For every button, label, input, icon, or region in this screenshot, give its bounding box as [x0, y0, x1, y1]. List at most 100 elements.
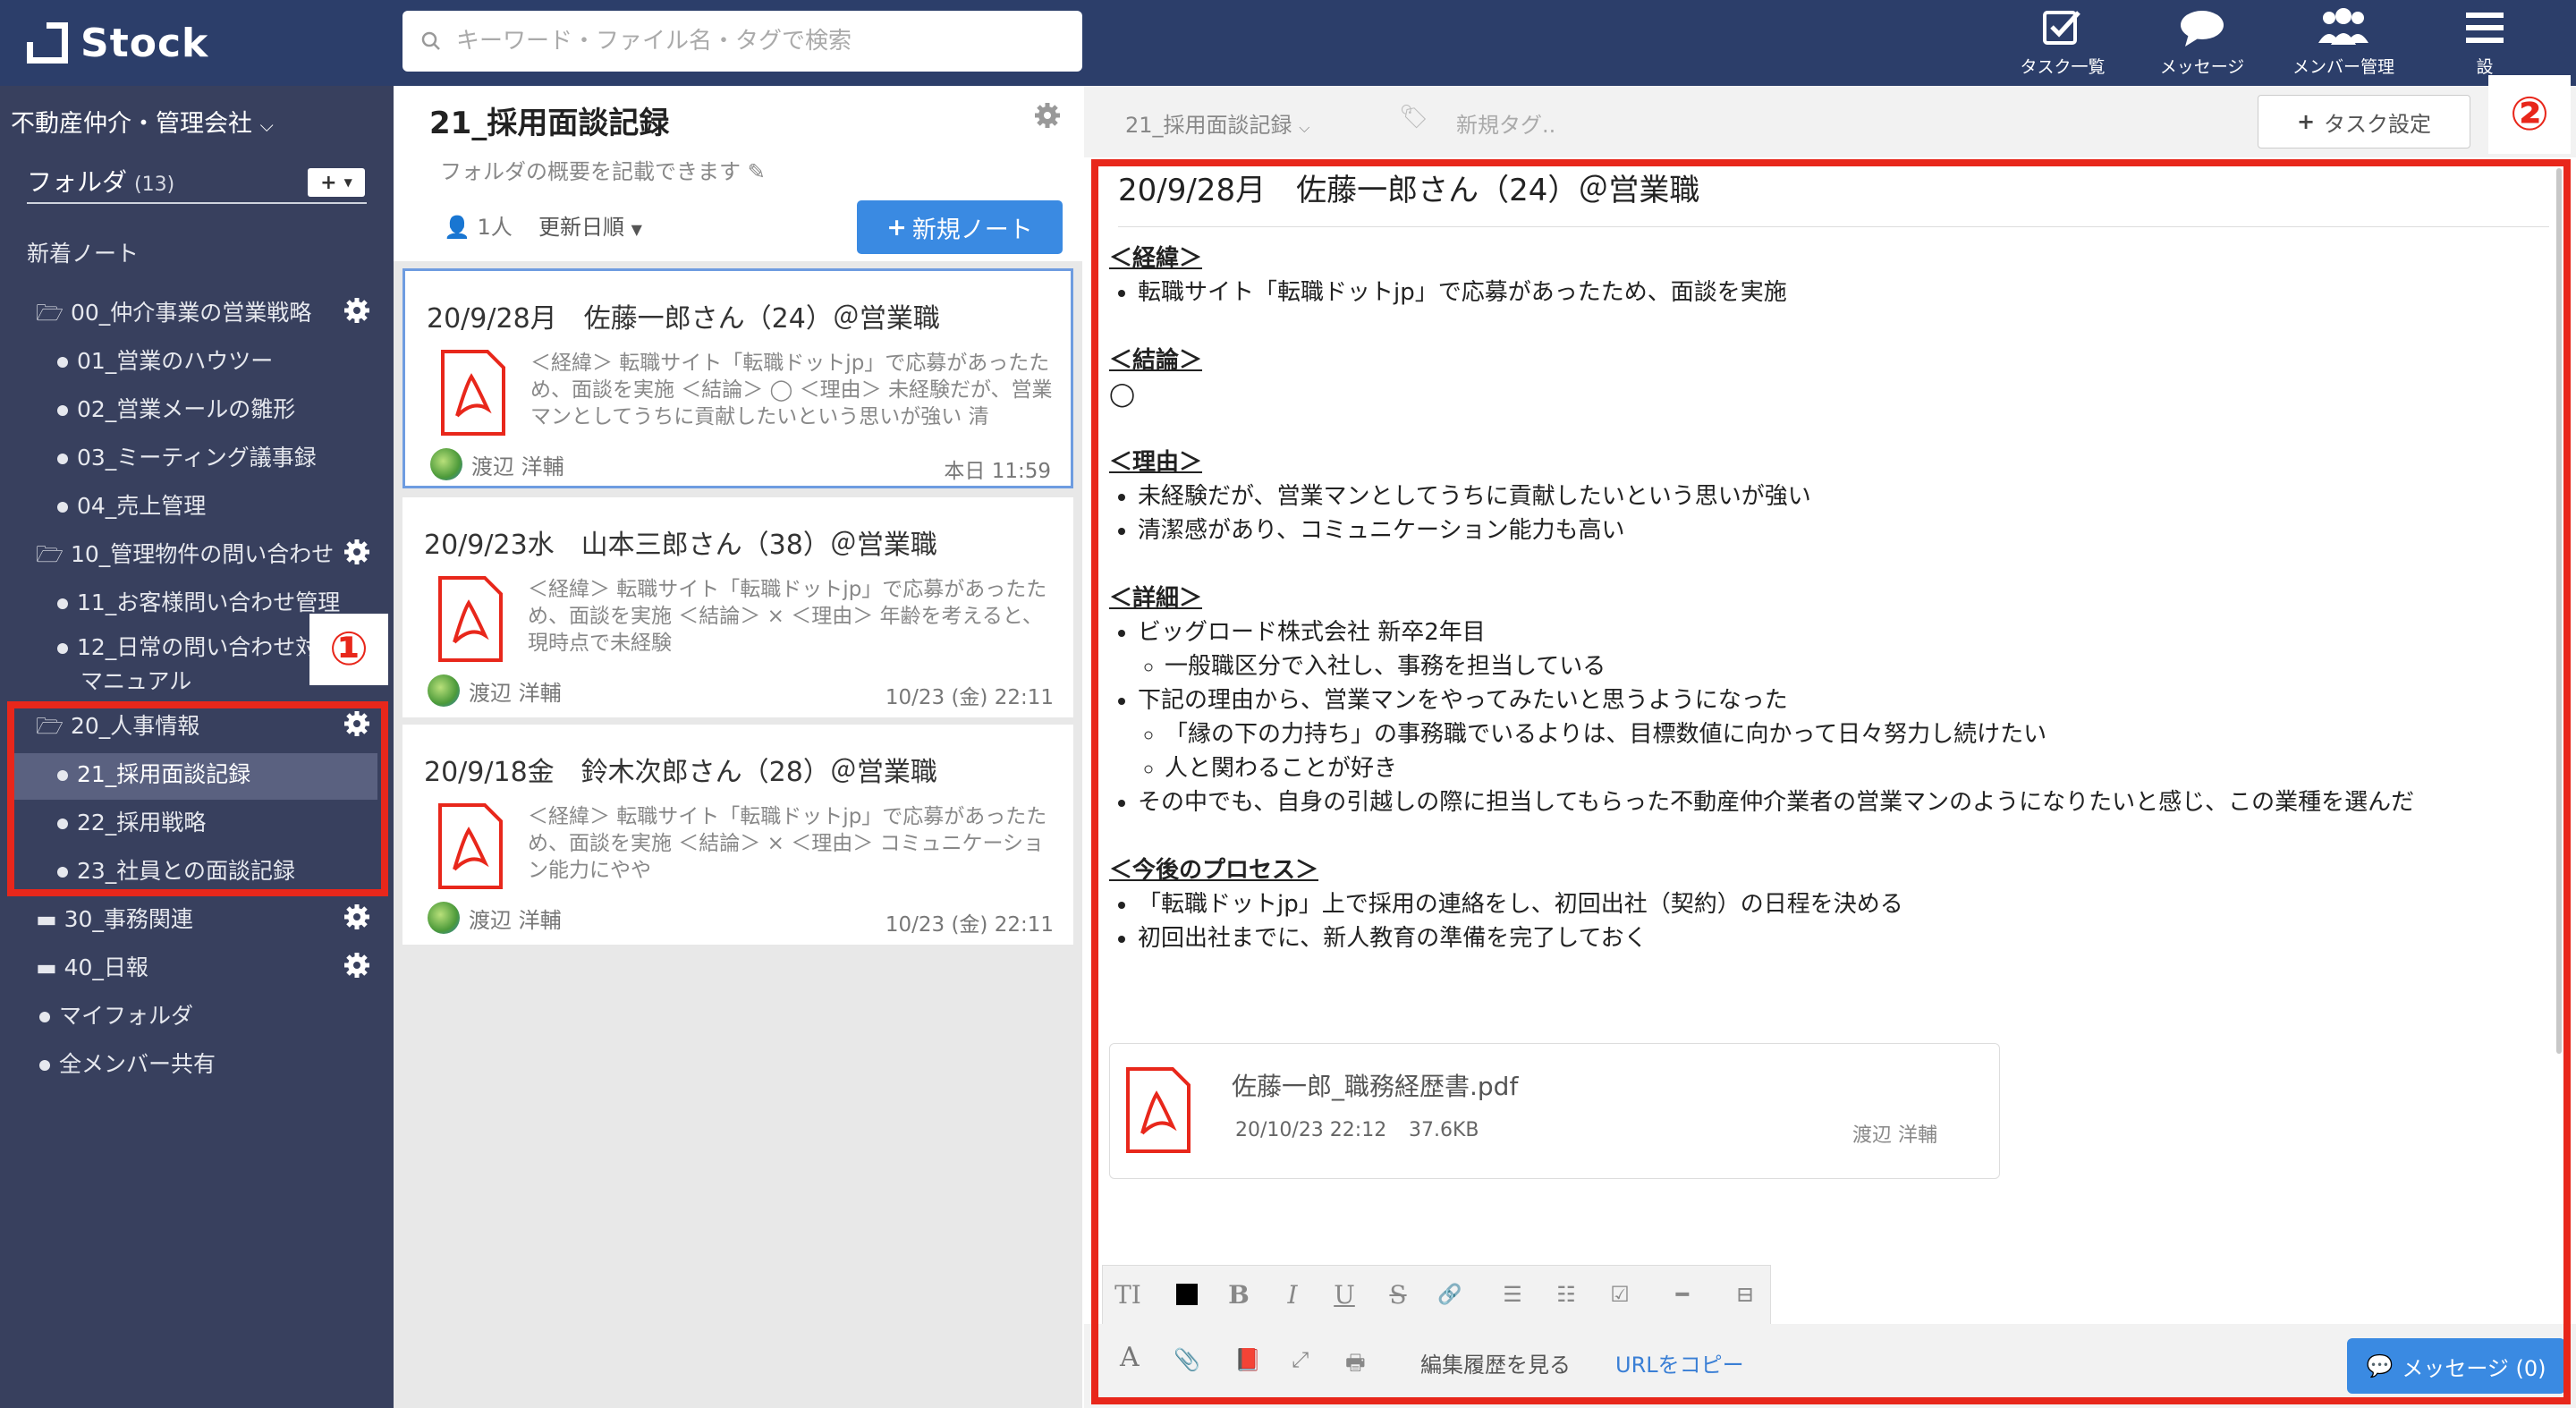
- print-icon[interactable]: 🖶: [1345, 1347, 1366, 1384]
- text-color-icon[interactable]: [1169, 1277, 1205, 1312]
- strikethrough-icon[interactable]: S: [1380, 1277, 1416, 1312]
- sidebar-item-label: 40_日報: [64, 954, 148, 980]
- sidebar-folder-10[interactable]: 🗁 10_管理物件の問い合わせ: [36, 537, 334, 576]
- sidebar-item-01[interactable]: 01_営業のハウツー: [57, 344, 273, 376]
- font-format-icon[interactable]: A: [1120, 1342, 1140, 1373]
- sidebar-item-12[interactable]: 12_日常の問い合わせ対応: [57, 630, 340, 662]
- sidebar-item-label: 22_採用戦略: [77, 810, 207, 835]
- sidebar-folder-40[interactable]: ▬ 40_日報: [36, 950, 148, 982]
- scrollbar[interactable]: [2556, 168, 2562, 1054]
- bullet: [57, 643, 68, 654]
- chevron-down-icon: ⌵: [1299, 119, 1310, 136]
- nav-messages-label: メッセージ: [2159, 57, 2245, 77]
- sidebar-item-03[interactable]: 03_ミーティング議事録: [57, 440, 317, 472]
- sidebar-item-label: 12_日常の問い合わせ対応: [77, 634, 341, 660]
- gear-icon[interactable]: [343, 952, 370, 979]
- note-time: 本日 11:59: [944, 460, 1051, 483]
- author-name: 渡辺 洋輔: [469, 680, 562, 706]
- collapse-icon[interactable]: ⊟: [1727, 1277, 1763, 1312]
- nav-members[interactable]: メンバー管理: [2286, 7, 2401, 82]
- note-card[interactable]: 20/9/28月 佐藤一郎さん（24）＠営業職 ＜経緯＞ 転職サイト「転職ドット…: [402, 268, 1073, 488]
- gear-icon[interactable]: [1034, 102, 1061, 129]
- bullet-list-icon[interactable]: ☰: [1495, 1277, 1530, 1312]
- nav-tasks[interactable]: タスク一覧: [2012, 7, 2113, 82]
- gear-icon[interactable]: [343, 710, 370, 737]
- new-note-label: 新規ノート: [911, 216, 1033, 244]
- breadcrumb[interactable]: 21_採用面談記録 ⌵: [1125, 107, 1309, 139]
- tag-input[interactable]: 新規タグ..: [1456, 107, 1555, 139]
- section-heading: ＜詳細＞: [1109, 585, 1203, 612]
- note-preview: ＜経緯＞ 転職サイト「転職ドットjp」で応募があったため、面談を実施 ＜結論＞ …: [528, 805, 1047, 882]
- italic-icon[interactable]: I: [1275, 1277, 1310, 1312]
- search-input[interactable]: [456, 28, 1064, 55]
- attachment-user: 渡辺 洋輔: [1852, 1124, 1937, 1147]
- message-button[interactable]: 💬 メッセージ (0): [2347, 1338, 2565, 1394]
- folder-description[interactable]: フォルダの概要を記載できます ✎: [440, 154, 766, 185]
- note-title: 20/9/23水 山本三郎さん（38）＠営業職: [424, 530, 937, 561]
- paperclip-icon[interactable]: 📎: [1174, 1347, 1200, 1372]
- plus-icon: +: [2296, 109, 2316, 134]
- attachment-card[interactable]: 佐藤一郎_職務経歴書.pdf 20/10/23 22:12 37.6KB 渡辺 …: [1109, 1043, 2000, 1179]
- sidebar-item-11[interactable]: 11_お客様問い合わせ管理: [57, 585, 340, 617]
- bullet: [57, 357, 68, 368]
- sidebar-folder-30[interactable]: ▬ 30_事務関連: [36, 902, 193, 934]
- sidebar-item-new-notes[interactable]: 新着ノート: [27, 236, 139, 268]
- add-folder-button[interactable]: + ▼: [308, 168, 365, 197]
- copy-url-link[interactable]: URLをコピー: [1615, 1347, 1744, 1378]
- sidebar-item-all-members[interactable]: 全メンバー共有: [39, 1047, 216, 1079]
- numbered-list-icon[interactable]: ☷: [1548, 1277, 1584, 1312]
- gear-icon[interactable]: [343, 297, 370, 324]
- checklist-icon[interactable]: ☑: [1602, 1277, 1638, 1312]
- gear-icon[interactable]: [343, 903, 370, 930]
- text-size-icon[interactable]: TI: [1110, 1277, 1146, 1312]
- note-title-field[interactable]: 20/9/28月 佐藤一郎さん（24）＠営業職: [1118, 168, 2549, 227]
- sidebar-folder-20[interactable]: 🗁 20_人事情報: [36, 708, 199, 748]
- folder-count: (13): [134, 174, 175, 196]
- company-selector[interactable]: 不動産仲介・管理会社 ⌵: [11, 104, 274, 139]
- nav-messages[interactable]: メッセージ: [2148, 7, 2256, 82]
- sidebar-item-22[interactable]: 22_採用戦略: [57, 805, 206, 837]
- breadcrumb-text: 21_採用面談記録: [1125, 113, 1292, 138]
- bullet: [57, 867, 68, 878]
- sidebar-item-my-folder[interactable]: マイフォルダ: [39, 998, 193, 1031]
- horizontal-rule-icon[interactable]: ━: [1665, 1277, 1700, 1312]
- member-count[interactable]: 👤 1人: [444, 209, 513, 241]
- new-note-button[interactable]: + 新規ノート: [857, 200, 1063, 254]
- sidebar-item-23[interactable]: 23_社員との面談記録: [57, 853, 295, 886]
- pdf-icon: [438, 803, 503, 889]
- note-author: 渡辺 洋輔: [428, 902, 562, 934]
- task-settings-button[interactable]: + タスク設定: [2258, 95, 2470, 148]
- sort-dropdown[interactable]: 更新日順 ▼: [538, 209, 642, 241]
- note-time: 10/23 (金) 22:11: [885, 686, 1054, 709]
- chat-bubble-icon: [2181, 11, 2224, 47]
- sidebar-folder-00[interactable]: 🗁 00_仲介事業の営業戦略: [36, 295, 311, 335]
- note-card[interactable]: 20/9/18金 鈴木次郎さん（28）＠営業職 ＜経緯＞ 転職サイト「転職ドット…: [402, 725, 1073, 945]
- sidebar-item-label: マイフォルダ: [59, 1003, 194, 1029]
- sidebar-item-12-cont[interactable]: マニュアル: [80, 664, 191, 696]
- sidebar-item-label: 01_営業のハウツー: [77, 348, 274, 374]
- book-icon[interactable]: 📕: [1234, 1347, 1261, 1372]
- list-item: 清潔感があり、コミュニケーション能力も高い: [1138, 513, 2540, 547]
- note-body[interactable]: ＜経緯＞ 転職サイト「転職ドットjp」で応募があったため、面談を実施 ＜結論＞ …: [1109, 242, 2540, 955]
- search-box[interactable]: [402, 11, 1082, 72]
- note-card[interactable]: 20/9/23水 山本三郎さん（38）＠営業職 ＜経緯＞ 転職サイト「転職ドット…: [402, 497, 1073, 717]
- sidebar-item-02[interactable]: 02_営業メールの雛形: [57, 392, 295, 424]
- expand-icon[interactable]: ⤢: [1292, 1347, 1309, 1372]
- underline-icon[interactable]: U: [1326, 1277, 1362, 1312]
- bold-icon[interactable]: B: [1221, 1277, 1257, 1312]
- avatar: [428, 902, 460, 934]
- app-name: Stock: [80, 20, 209, 66]
- note-preview: ＜経緯＞ 転職サイト「転職ドットjp」で応募があったため、面談を実施 ＜結論＞ …: [528, 578, 1047, 655]
- bullet: [39, 1060, 50, 1071]
- list-item: 一般職区分で入社し、事務を担当している: [1165, 649, 2540, 683]
- link-icon[interactable]: 🔗: [1432, 1277, 1468, 1312]
- note-preview: ＜経緯＞ 転職サイト「転職ドットjp」で応募があったため、面談を実施 ＜結論＞ …: [530, 352, 1053, 428]
- gear-icon[interactable]: [343, 539, 370, 565]
- bullet: [57, 598, 68, 609]
- sidebar-item-04[interactable]: 04_売上管理: [57, 488, 206, 521]
- nav-menu[interactable]: 設: [2458, 7, 2512, 82]
- sidebar-item-21[interactable]: 21_採用面談記録: [57, 757, 250, 789]
- app-logo[interactable]: Stock: [27, 16, 208, 70]
- sort-label: 更新日順: [538, 215, 624, 240]
- edit-history-link[interactable]: 編集履歴を見る: [1420, 1347, 1571, 1378]
